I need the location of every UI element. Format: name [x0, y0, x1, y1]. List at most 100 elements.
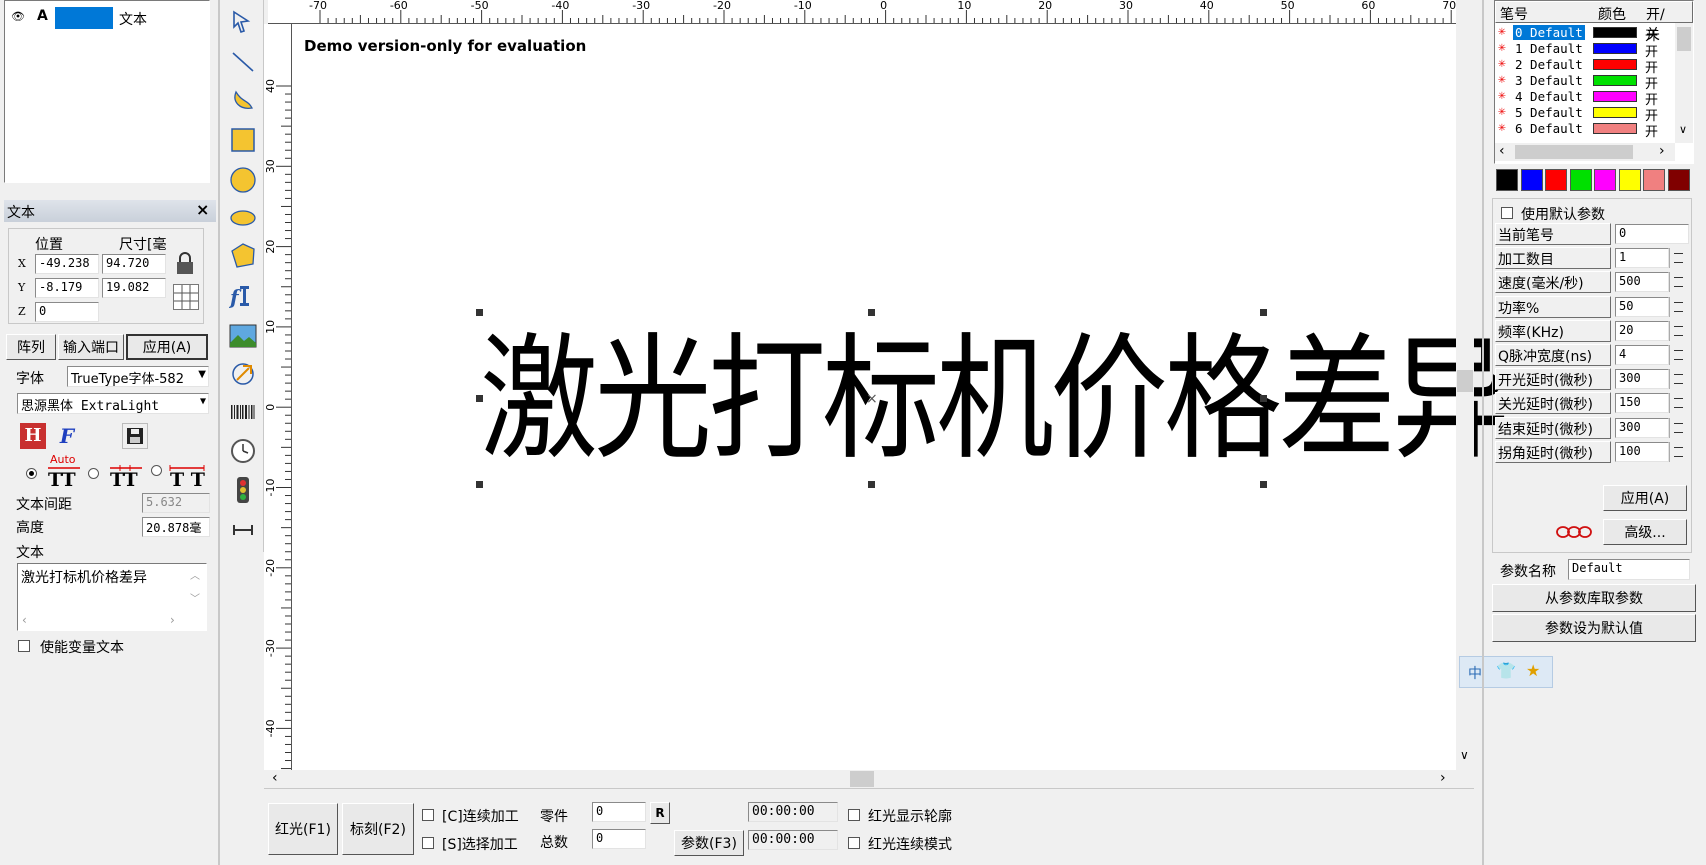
pen-row[interactable]: ✳ 4 Default 开 — [1495, 88, 1679, 108]
param-spinner[interactable] — [1669, 320, 1687, 341]
continuous-mode-checkbox[interactable] — [848, 837, 860, 849]
scroll-right-icon[interactable]: › — [170, 613, 175, 627]
param-spinner[interactable] — [1669, 369, 1687, 390]
chevron-down-icon[interactable]: ▼ — [198, 369, 206, 380]
x-position-field[interactable]: -49.238 — [35, 254, 99, 274]
param-value-field[interactable]: 1 — [1615, 248, 1669, 269]
vector-import-icon[interactable] — [226, 358, 260, 390]
ime-skin-icon[interactable]: 👕 — [1496, 661, 1516, 680]
line-tool-icon[interactable] — [226, 46, 260, 78]
palette-swatch[interactable] — [1496, 169, 1518, 191]
param-value-field[interactable]: 150 — [1615, 393, 1669, 414]
param-spinner[interactable] — [1669, 296, 1687, 317]
x-size-field[interactable]: 94.720 — [102, 254, 166, 274]
scroll-left-icon[interactable]: ‹ — [22, 613, 27, 627]
use-default-checkbox[interactable] — [1501, 207, 1513, 219]
pen-apply-button[interactable]: 应用(A) — [1603, 485, 1687, 511]
scroll-left-icon[interactable]: ‹ — [272, 770, 278, 786]
pen-color-swatch[interactable] — [1593, 91, 1637, 102]
param-spinner[interactable] — [1669, 248, 1687, 269]
palette-swatch[interactable] — [1667, 169, 1690, 191]
curve-tool-icon[interactable] — [226, 85, 260, 117]
advanced-button[interactable]: 高级... — [1603, 519, 1687, 545]
selection-handle[interactable] — [476, 481, 483, 488]
text-mode-auto-radio[interactable] — [26, 468, 37, 479]
font-f-icon[interactable]: F — [54, 423, 80, 449]
scroll-left-icon[interactable]: ‹ — [1499, 143, 1505, 159]
selection-handle[interactable] — [476, 395, 483, 402]
param-spinner[interactable] — [1669, 417, 1687, 438]
pen-list-vscroll[interactable]: ∨ — [1675, 23, 1693, 143]
select-arrow-icon[interactable] — [226, 6, 260, 38]
pen-color-swatch[interactable] — [1593, 107, 1637, 118]
palette-swatch[interactable] — [1545, 169, 1567, 191]
selection-handle[interactable] — [868, 309, 875, 316]
scroll-down-icon[interactable]: ∨ — [1679, 123, 1687, 136]
grid-anchor-icon[interactable] — [173, 284, 199, 310]
ellipse-tool-icon[interactable] — [226, 202, 260, 234]
pen-color-swatch[interactable] — [1593, 27, 1637, 38]
drawing-canvas[interactable]: Demo version-only for evaluation 激光打标机价格… — [292, 24, 1510, 770]
array-button[interactable]: 阵列 — [6, 334, 56, 360]
selection-handle[interactable] — [476, 309, 483, 316]
pen-row[interactable]: ✳ 5 Default 开 — [1495, 104, 1679, 124]
lock-icon[interactable] — [173, 251, 197, 277]
selection-handle[interactable] — [1260, 395, 1267, 402]
scroll-right-icon[interactable]: › — [1659, 143, 1665, 159]
ime-star-icon[interactable]: ★ — [1526, 661, 1540, 680]
close-icon[interactable]: × — [196, 200, 209, 219]
height-field[interactable]: 20.878毫 — [142, 517, 210, 537]
z-position-field[interactable]: 0 — [35, 302, 99, 322]
load-from-library-button[interactable]: 从参数库取参数 — [1492, 584, 1696, 612]
scroll-up-icon[interactable]: ︿ — [190, 567, 200, 582]
selected-text-object[interactable]: 激光打标机价格差异 × — [476, 309, 1510, 488]
text-tool-icon[interactable]: f — [226, 280, 260, 312]
palette-swatch[interactable] — [1643, 169, 1665, 191]
bitmap-tool-icon[interactable] — [226, 320, 260, 352]
output-port-tool-icon[interactable] — [226, 514, 260, 546]
ime-language[interactable]: 中 — [1468, 663, 1482, 683]
param-spinner[interactable] — [1669, 272, 1687, 293]
palette-swatch[interactable] — [1520, 169, 1543, 191]
barcode-tool-icon[interactable] — [226, 398, 260, 430]
pen-color-swatch[interactable] — [1593, 59, 1637, 70]
y-size-field[interactable]: 19.082 — [102, 278, 166, 298]
pen-row[interactable]: ✳ 2 Default 开 — [1495, 56, 1679, 76]
object-list[interactable]: 👁 A 文本 — [4, 0, 210, 183]
selection-handle[interactable] — [1260, 481, 1267, 488]
font-type-select[interactable]: TrueType字体-582 ▼ — [67, 366, 209, 387]
chevron-down-icon[interactable]: ▼ — [200, 396, 206, 407]
palette-swatch[interactable] — [1618, 169, 1641, 191]
pen-list[interactable]: 笔号 颜色 开/关 ✳ 0 Default 开 ✳ 1 Default 开 ✳ 2 Defau… — [1494, 0, 1694, 164]
red-light-button[interactable]: 红光(F1) — [268, 803, 338, 855]
param-value-field[interactable]: 300 — [1615, 369, 1669, 390]
polygon-tool-icon[interactable] — [226, 240, 260, 272]
y-position-field[interactable]: -8.179 — [35, 278, 99, 298]
param-value-field[interactable]: 0 — [1615, 224, 1689, 244]
pen-list-hscroll[interactable]: ‹ › — [1495, 143, 1675, 161]
variable-text-checkbox[interactable] — [18, 640, 30, 652]
scroll-thumb[interactable] — [1515, 145, 1633, 159]
laser-rings-icon[interactable] — [1555, 523, 1593, 541]
pen-state[interactable]: 开 — [1645, 121, 1658, 140]
object-list-row[interactable]: 👁 A 文本 — [7, 7, 207, 29]
param-value-field[interactable]: 100 — [1615, 441, 1669, 462]
selection-handle[interactable] — [1260, 309, 1267, 316]
pen-row[interactable]: ✳ 0 Default 开 — [1495, 24, 1679, 44]
canvas-horizontal-scrollbar[interactable]: ‹ › — [268, 770, 1456, 788]
pen-row[interactable]: ✳ 3 Default 开 — [1495, 72, 1679, 92]
scroll-right-icon[interactable]: › — [1440, 770, 1446, 786]
param-value-field[interactable]: 20 — [1615, 320, 1669, 341]
selection-handle[interactable] — [868, 481, 875, 488]
reset-button[interactable]: R — [650, 802, 670, 824]
font-name-select[interactable]: 思源黑体 ExtraLight ▼ — [17, 393, 209, 414]
param-value-field[interactable]: 50 — [1615, 296, 1669, 317]
param-name-field[interactable]: Default — [1568, 559, 1690, 580]
text-content-area[interactable]: 激光打标机价格差异 ︿ ﹀ ‹ › — [17, 563, 207, 631]
show-contour-checkbox[interactable] — [848, 809, 860, 821]
hershey-font-icon[interactable]: H — [20, 423, 46, 449]
param-value-field[interactable]: 300 — [1615, 417, 1669, 438]
scroll-thumb[interactable] — [1457, 370, 1473, 392]
parts-field[interactable]: 0 — [592, 802, 646, 822]
param-value-field[interactable]: 500 — [1615, 272, 1669, 293]
